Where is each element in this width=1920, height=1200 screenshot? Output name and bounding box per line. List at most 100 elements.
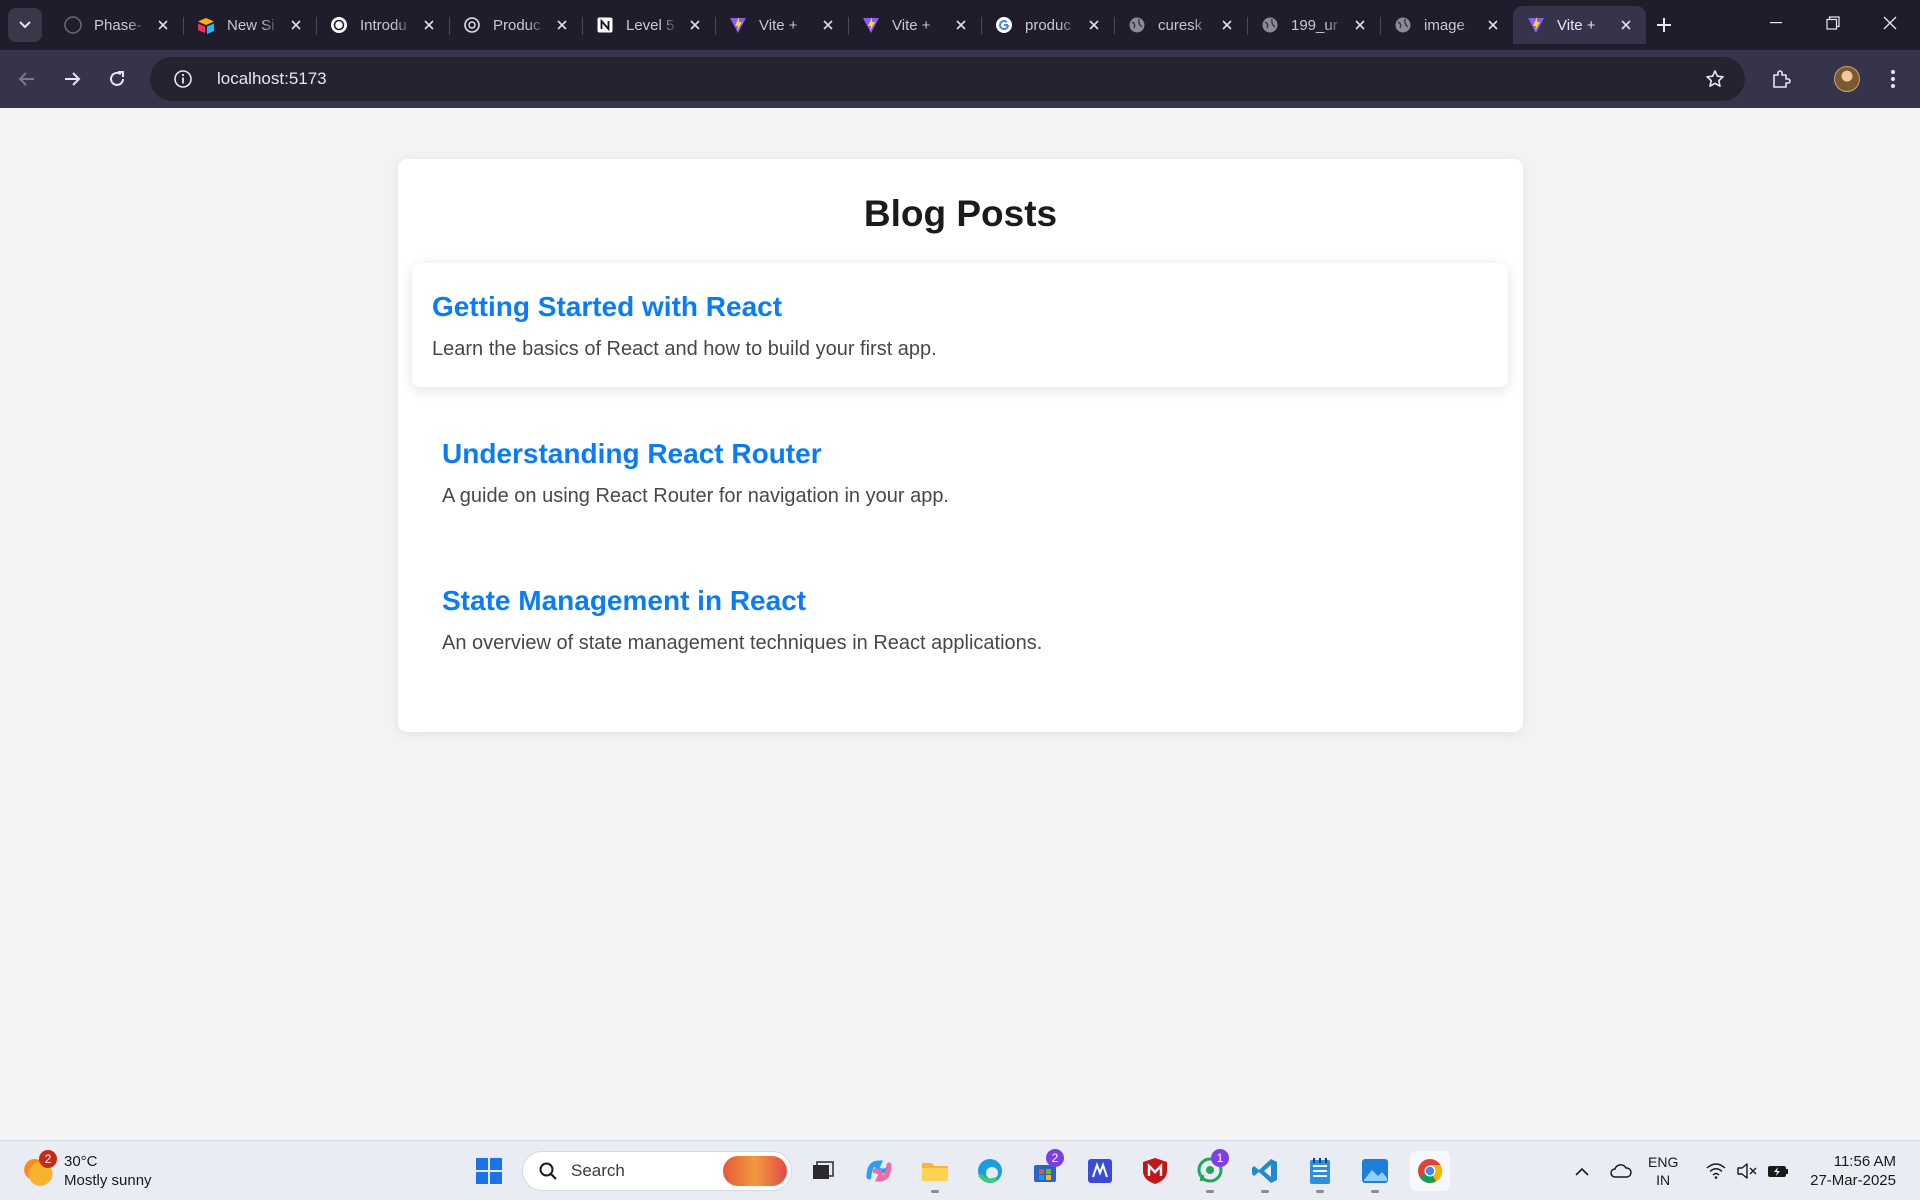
whatsapp-badge: 1 bbox=[1211, 1149, 1229, 1167]
reload-icon bbox=[110, 71, 124, 86]
photos-app[interactable] bbox=[1355, 1151, 1395, 1193]
profile-button[interactable] bbox=[1829, 61, 1865, 97]
bookmark-star-icon[interactable] bbox=[1703, 67, 1727, 91]
ai-writer-app[interactable] bbox=[1080, 1151, 1120, 1191]
tab-title: 199_ur bbox=[1291, 16, 1338, 34]
close-icon[interactable] bbox=[1350, 15, 1370, 35]
close-icon[interactable] bbox=[286, 15, 306, 35]
store-badge: 2 bbox=[1046, 1149, 1064, 1167]
close-icon bbox=[1883, 16, 1897, 30]
close-icon[interactable] bbox=[818, 15, 838, 35]
tab-search-button[interactable] bbox=[8, 8, 42, 42]
browser-toolbar: localhost:5173 bbox=[0, 50, 1920, 108]
close-icon[interactable] bbox=[1084, 15, 1104, 35]
tab-title: curesk bbox=[1158, 16, 1203, 34]
wifi-tray-icon[interactable] bbox=[1702, 1157, 1730, 1185]
whatsapp-app[interactable]: 1 bbox=[1190, 1149, 1230, 1193]
arrow-left-icon bbox=[18, 72, 34, 86]
post-title-link[interactable]: State Management in React bbox=[442, 584, 1488, 618]
tab-title: Introdu bbox=[360, 16, 407, 34]
close-icon[interactable] bbox=[951, 15, 971, 35]
mcafee-app[interactable] bbox=[1135, 1151, 1175, 1191]
file-explorer-app[interactable] bbox=[915, 1151, 955, 1193]
tab-active[interactable]: Vite + bbox=[1513, 6, 1646, 44]
forward-button[interactable] bbox=[54, 61, 90, 97]
close-icon[interactable] bbox=[153, 15, 173, 35]
close-icon[interactable] bbox=[552, 15, 572, 35]
shield-icon bbox=[1143, 1158, 1167, 1184]
address-bar[interactable]: localhost:5173 bbox=[150, 57, 1745, 101]
microsoft-store-app[interactable]: 2 bbox=[1025, 1149, 1065, 1191]
task-view-icon bbox=[813, 1161, 834, 1179]
tab[interactable]: Vite + bbox=[848, 6, 981, 44]
blog-post-item[interactable]: State Management in React An overview of… bbox=[412, 557, 1508, 681]
clock-time: 11:56 AM bbox=[1833, 1153, 1896, 1170]
close-icon[interactable] bbox=[1217, 15, 1237, 35]
browser-menu-button[interactable] bbox=[1875, 61, 1911, 97]
extensions-button[interactable] bbox=[1763, 61, 1799, 97]
tab[interactable]: Introdu bbox=[316, 6, 449, 44]
openai-icon bbox=[330, 16, 348, 34]
vscode-app[interactable] bbox=[1245, 1151, 1285, 1193]
language-code: ENG bbox=[1648, 1154, 1679, 1170]
post-title-link[interactable]: Getting Started with React bbox=[432, 290, 1488, 324]
post-title-link[interactable]: Understanding React Router bbox=[442, 437, 1488, 471]
volume-tray-icon[interactable] bbox=[1733, 1157, 1761, 1185]
address-text[interactable]: localhost:5173 bbox=[217, 69, 327, 89]
tab-title: Vite + bbox=[1557, 16, 1596, 34]
tab[interactable]: Level 5 bbox=[582, 6, 715, 44]
task-view-button[interactable] bbox=[803, 1151, 843, 1191]
tab[interactable]: produc bbox=[981, 6, 1114, 44]
tab[interactable]: Produc bbox=[449, 6, 582, 44]
chrome-app[interactable] bbox=[1410, 1151, 1450, 1191]
close-icon[interactable] bbox=[1483, 15, 1503, 35]
github-icon bbox=[64, 16, 82, 34]
back-button[interactable] bbox=[9, 61, 45, 97]
onedrive-tray-icon[interactable] bbox=[1607, 1157, 1635, 1185]
airtable-icon bbox=[197, 16, 215, 34]
start-button[interactable] bbox=[469, 1151, 509, 1191]
tab-title: image bbox=[1424, 16, 1465, 34]
weather-widget[interactable]: 2 30°C Mostly sunny bbox=[24, 1150, 174, 1192]
tab[interactable]: curesk bbox=[1114, 6, 1247, 44]
input-language[interactable]: ENG IN bbox=[1648, 1153, 1678, 1189]
copilot-app[interactable] bbox=[859, 1151, 899, 1191]
show-hidden-icons-button[interactable] bbox=[1568, 1157, 1596, 1185]
openai-icon bbox=[463, 16, 481, 34]
minimize-icon bbox=[1770, 22, 1782, 24]
vite-icon bbox=[1527, 16, 1545, 34]
globe-icon bbox=[1394, 16, 1412, 34]
cloud-icon bbox=[1610, 1164, 1632, 1178]
photos-icon bbox=[1362, 1159, 1388, 1183]
tab[interactable]: 199_ur bbox=[1247, 6, 1380, 44]
taskbar-search[interactable]: Search bbox=[522, 1151, 792, 1191]
battery-tray-icon[interactable] bbox=[1764, 1157, 1792, 1185]
chevron-up-icon bbox=[1575, 1167, 1589, 1176]
tab-title: produc bbox=[1025, 16, 1071, 34]
new-tab-button[interactable] bbox=[1650, 11, 1678, 39]
tab-title: New Si bbox=[227, 16, 275, 34]
folder-icon bbox=[922, 1163, 948, 1181]
tab-title: Produc bbox=[493, 16, 541, 34]
restore-button[interactable] bbox=[1805, 0, 1861, 46]
blog-card: Blog Posts Getting Started with React Le… bbox=[398, 159, 1523, 732]
tab[interactable]: Phase- bbox=[50, 6, 183, 44]
reload-button[interactable] bbox=[99, 61, 135, 97]
taskbar-clock[interactable]: 11:56 AM 27-Mar-2025 bbox=[1796, 1152, 1896, 1190]
blog-post-item[interactable]: Understanding React Router A guide on us… bbox=[412, 410, 1508, 534]
site-info-icon[interactable] bbox=[171, 67, 195, 91]
weather-temperature: 30°C bbox=[64, 1153, 98, 1170]
tab[interactable]: image bbox=[1380, 6, 1513, 44]
close-icon[interactable] bbox=[1616, 15, 1636, 35]
blog-post-item[interactable]: Getting Started with React Learn the bas… bbox=[412, 263, 1508, 387]
edge-app[interactable] bbox=[970, 1151, 1010, 1191]
notepad-app[interactable] bbox=[1300, 1151, 1340, 1193]
page-viewport: Blog Posts Getting Started with React Le… bbox=[0, 108, 1920, 1140]
close-icon[interactable] bbox=[685, 15, 705, 35]
window-close-button[interactable] bbox=[1862, 0, 1918, 46]
minimize-button[interactable] bbox=[1748, 0, 1804, 46]
close-icon[interactable] bbox=[419, 15, 439, 35]
tab[interactable]: Vite + bbox=[715, 6, 848, 44]
arrow-right-icon bbox=[65, 72, 81, 86]
tab[interactable]: New Si bbox=[183, 6, 316, 44]
